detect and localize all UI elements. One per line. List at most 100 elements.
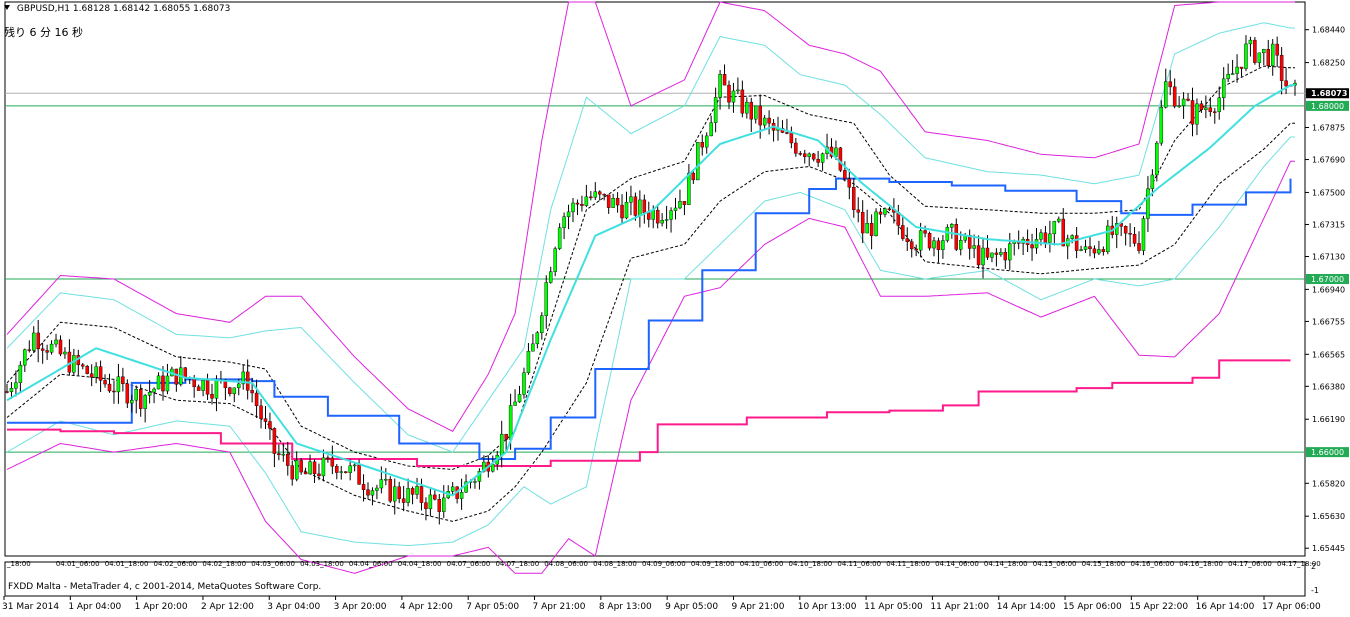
- candle[interactable]: [156, 375, 161, 390]
- candle[interactable]: [598, 191, 602, 195]
- candle[interactable]: [807, 153, 811, 157]
- candle[interactable]: [321, 457, 326, 477]
- candle[interactable]: [633, 196, 638, 216]
- candle[interactable]: [201, 380, 205, 391]
- candle[interactable]: [1239, 66, 1244, 69]
- candle[interactable]: [1248, 39, 1253, 45]
- candle[interactable]: [722, 74, 727, 86]
- candle[interactable]: [1168, 81, 1172, 88]
- candle[interactable]: [107, 383, 112, 392]
- candle[interactable]: [326, 457, 330, 460]
- candle[interactable]: [196, 386, 201, 391]
- candle[interactable]: [758, 105, 762, 126]
- candle[interactable]: [932, 240, 936, 249]
- candle[interactable]: [294, 460, 299, 480]
- candle[interactable]: [277, 453, 281, 456]
- candle[interactable]: [1097, 249, 1101, 254]
- candle[interactable]: [1221, 78, 1226, 98]
- candle[interactable]: [615, 198, 620, 206]
- candle[interactable]: [54, 339, 58, 345]
- candle[interactable]: [566, 211, 571, 217]
- candle[interactable]: [798, 153, 803, 155]
- candle[interactable]: [210, 394, 214, 399]
- candle[interactable]: [1217, 97, 1221, 112]
- candle[interactable]: [5, 391, 9, 393]
- candle[interactable]: [713, 97, 718, 123]
- candle[interactable]: [548, 271, 553, 283]
- candle[interactable]: [1213, 111, 1217, 113]
- candle[interactable]: [250, 390, 254, 394]
- candle[interactable]: [18, 364, 23, 383]
- candle[interactable]: [1190, 100, 1195, 125]
- candle[interactable]: [1128, 233, 1132, 235]
- candle[interactable]: [611, 198, 615, 208]
- price-chart[interactable]: 1.68440 1.68250 1.67875 1.67690 1.67500 1.673…: [0, 0, 1350, 613]
- candle[interactable]: [593, 191, 598, 198]
- candle[interactable]: [1074, 235, 1079, 251]
- candle[interactable]: [152, 388, 156, 393]
- candle[interactable]: [843, 170, 847, 179]
- candle[interactable]: [143, 395, 147, 409]
- candle[interactable]: [1284, 80, 1288, 87]
- candle[interactable]: [740, 89, 745, 114]
- candle[interactable]: [852, 186, 856, 211]
- candle[interactable]: [36, 332, 40, 349]
- candle[interactable]: [375, 487, 379, 491]
- candle[interactable]: [540, 315, 544, 333]
- candle[interactable]: [638, 199, 642, 216]
- candle[interactable]: [281, 453, 286, 456]
- candle[interactable]: [981, 247, 985, 266]
- candle[interactable]: [9, 388, 14, 392]
- candle[interactable]: [887, 208, 892, 211]
- collapse-triangle-icon[interactable]: [4, 5, 10, 10]
- candle[interactable]: [901, 225, 905, 239]
- candle[interactable]: [874, 211, 878, 236]
- candle[interactable]: [820, 153, 825, 163]
- candle[interactable]: [985, 247, 990, 258]
- candle[interactable]: [1279, 55, 1284, 81]
- candle[interactable]: [1253, 39, 1257, 63]
- candle[interactable]: [130, 399, 134, 404]
- candle[interactable]: [366, 489, 370, 496]
- candle[interactable]: [950, 224, 954, 228]
- candle[interactable]: [58, 339, 63, 355]
- candle[interactable]: [571, 202, 575, 213]
- candle[interactable]: [785, 132, 789, 134]
- candle[interactable]: [535, 332, 540, 345]
- candle[interactable]: [584, 196, 589, 206]
- candle[interactable]: [14, 382, 18, 389]
- candle[interactable]: [228, 387, 232, 395]
- candle[interactable]: [1052, 221, 1057, 235]
- candle[interactable]: [753, 105, 758, 120]
- candle[interactable]: [317, 473, 321, 477]
- candle[interactable]: [1039, 232, 1043, 240]
- candle[interactable]: [290, 465, 294, 480]
- candle[interactable]: [89, 373, 94, 378]
- candle[interactable]: [856, 209, 860, 213]
- candle[interactable]: [736, 89, 740, 92]
- candle[interactable]: [237, 383, 241, 389]
- candle[interactable]: [1101, 249, 1106, 253]
- candle[interactable]: [508, 405, 513, 440]
- candle[interactable]: [562, 216, 566, 228]
- candle[interactable]: [1088, 246, 1092, 250]
- candle[interactable]: [1159, 107, 1164, 144]
- candle[interactable]: [811, 153, 816, 160]
- candle[interactable]: [999, 252, 1003, 255]
- candle[interactable]: [27, 349, 32, 351]
- candle[interactable]: [45, 350, 49, 353]
- candle[interactable]: [883, 208, 887, 215]
- candle[interactable]: [526, 351, 531, 373]
- candle[interactable]: [1204, 107, 1208, 110]
- candle[interactable]: [865, 223, 869, 234]
- candle[interactable]: [669, 210, 673, 220]
- candle[interactable]: [379, 479, 384, 489]
- candle[interactable]: [664, 219, 669, 221]
- candle[interactable]: [272, 428, 277, 454]
- candle[interactable]: [834, 147, 838, 157]
- candle[interactable]: [517, 394, 522, 403]
- candle[interactable]: [606, 194, 611, 208]
- candle[interactable]: [794, 142, 798, 154]
- candle[interactable]: [655, 209, 660, 224]
- candle[interactable]: [878, 211, 883, 215]
